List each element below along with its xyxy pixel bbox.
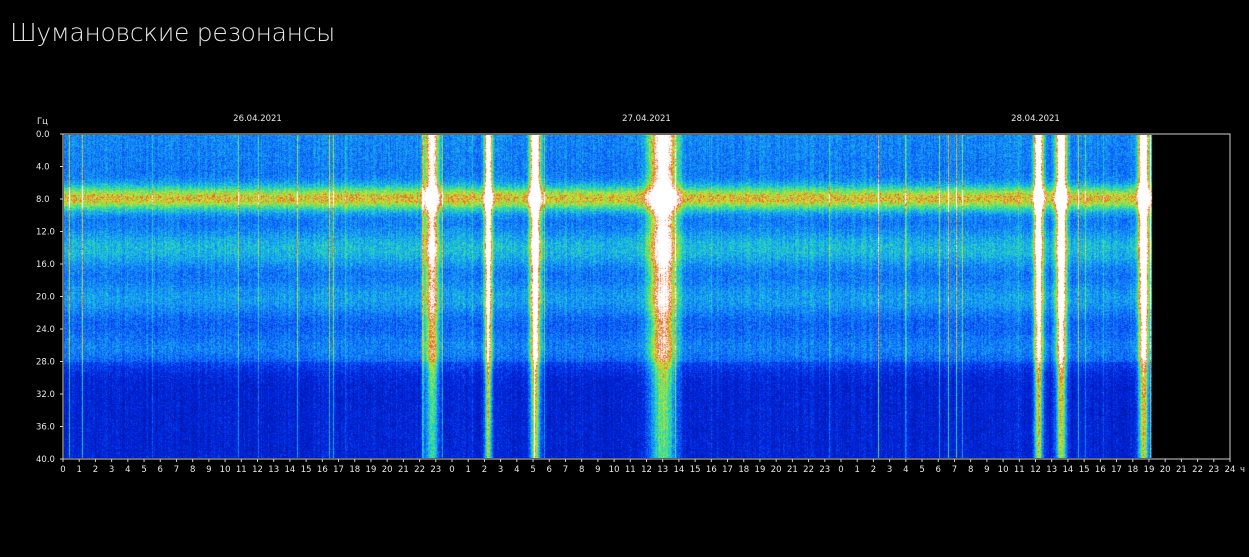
x-tick-label: 1: [76, 465, 81, 475]
y-tick-label: 4.0: [36, 163, 50, 173]
x-tick-label: 21: [398, 465, 409, 475]
x-tick-label: 5: [141, 465, 146, 475]
x-tick-label: 23: [819, 465, 830, 475]
y-tick-label: 8.0: [36, 195, 50, 205]
x-tick-label: 11: [236, 465, 247, 475]
x-tick-label: 9: [206, 465, 211, 475]
x-tick-label: 16: [317, 465, 328, 475]
y-tick-label: 16.0: [36, 260, 55, 270]
x-tick-label: 9: [984, 465, 989, 475]
x-tick-label: 13: [1046, 465, 1057, 475]
x-tick-label: 4: [125, 465, 130, 475]
x-axis: 0 1 2 3 4 5 6 7 8 9 10 11 12 13 14 15 16 17 18 19 20 21 22 23 0 1…: [60, 459, 1245, 475]
x-tick-label: 10: [998, 465, 1009, 475]
x-tick-label: 10: [220, 465, 231, 475]
date-labels: 26.04.2021 27.04.2021 28.04.2021: [233, 114, 1060, 124]
x-tick-label: 9: [595, 465, 600, 475]
date-label: 28.04.2021: [1011, 114, 1060, 124]
y-tick-label: 28.0: [36, 358, 55, 368]
x-tick-label: 15: [301, 465, 312, 475]
x-tick-label: 18: [349, 465, 360, 475]
y-tick-label: 40.0: [36, 455, 55, 465]
x-tick-label: 14: [674, 465, 685, 475]
x-tick-label: 23: [430, 465, 441, 475]
spectrogram-canvas: [64, 135, 1229, 458]
x-tick-label: 12: [252, 465, 263, 475]
x-tick-label: 24: [1225, 465, 1236, 475]
spectrogram-chart: 0.0 4.0 8.0 12.0 16.0 20.0 24.0 28.0 32.0 36.0 40.…: [36, 114, 1245, 475]
y-tick-label: 24.0: [36, 325, 55, 335]
x-tick-label: 7: [563, 465, 568, 475]
x-tick-label: 12: [641, 465, 652, 475]
spectrogram-image: [64, 135, 1229, 458]
y-axis-unit-label: Гц: [37, 117, 48, 127]
y-tick-label: 12.0: [36, 228, 55, 238]
date-label: 26.04.2021: [233, 114, 282, 124]
x-tick-label: 0: [838, 465, 843, 475]
x-tick-label: 16: [1095, 465, 1106, 475]
x-tick-label: 22: [803, 465, 814, 475]
x-tick-label: 8: [190, 465, 195, 475]
x-tick-label: 7: [952, 465, 957, 475]
x-tick-label: 14: [1063, 465, 1074, 475]
x-tick-label: 6: [158, 465, 163, 475]
x-tick-label: 23: [1208, 465, 1219, 475]
x-tick-label: 1: [854, 465, 859, 475]
x-tick-label: 2: [482, 465, 487, 475]
x-tick-label: 5: [919, 465, 924, 475]
x-tick-label: 11: [1014, 465, 1025, 475]
y-tick-label: 36.0: [36, 423, 55, 433]
x-tick-label: 4: [514, 465, 519, 475]
x-tick-label: 6: [547, 465, 552, 475]
x-tick-label: 7: [174, 465, 179, 475]
x-tick-label: 4: [903, 465, 908, 475]
x-tick-label: 14: [285, 465, 296, 475]
x-tick-label: 20: [771, 465, 782, 475]
y-axis: 0.0 4.0 8.0 12.0 16.0 20.0 24.0 28.0 32.0 36.0 40.…: [36, 130, 63, 465]
x-tick-label: 17: [333, 465, 344, 475]
x-tick-label: 15: [690, 465, 701, 475]
x-tick-label: 19: [366, 465, 377, 475]
x-tick-label: 1: [465, 465, 470, 475]
x-tick-label: 3: [498, 465, 503, 475]
x-tick-label: 8: [968, 465, 973, 475]
x-tick-label: 10: [609, 465, 620, 475]
x-tick-label: 8: [579, 465, 584, 475]
x-tick-label: 22: [1192, 465, 1203, 475]
spectrogram-layer: [64, 135, 1229, 458]
x-tick-label: 21: [1176, 465, 1187, 475]
x-tick-label: 0: [449, 465, 454, 475]
y-tick-label: 20.0: [36, 293, 55, 303]
x-tick-label: 0: [60, 465, 65, 475]
date-label: 27.04.2021: [622, 114, 671, 124]
x-tick-label: 18: [1127, 465, 1138, 475]
x-tick-label: 6: [936, 465, 941, 475]
x-tick-label: 19: [755, 465, 766, 475]
x-tick-label: 3: [887, 465, 892, 475]
x-tick-label: 17: [722, 465, 733, 475]
x-tick-label: 2: [93, 465, 98, 475]
x-tick-label: 17: [1111, 465, 1122, 475]
x-tick-label: 16: [706, 465, 717, 475]
x-tick-label: 5: [530, 465, 535, 475]
x-tick-label: 19: [1144, 465, 1155, 475]
x-tick-label: 11: [625, 465, 636, 475]
x-tick-label: 13: [268, 465, 279, 475]
x-tick-label: 20: [382, 465, 393, 475]
y-tick-label: 0.0: [36, 130, 50, 140]
x-tick-label: 15: [1079, 465, 1090, 475]
x-tick-label: 20: [1160, 465, 1171, 475]
x-tick-label: 18: [738, 465, 749, 475]
x-tick-label: 21: [787, 465, 798, 475]
x-tick-label: 3: [109, 465, 114, 475]
x-tick-label: 22: [414, 465, 425, 475]
y-tick-label: 32.0: [36, 390, 55, 400]
x-tick-label: 12: [1030, 465, 1041, 475]
x-tick-label: 13: [657, 465, 668, 475]
x-axis-unit-label: ч: [1240, 465, 1245, 475]
x-tick-label: 2: [871, 465, 876, 475]
